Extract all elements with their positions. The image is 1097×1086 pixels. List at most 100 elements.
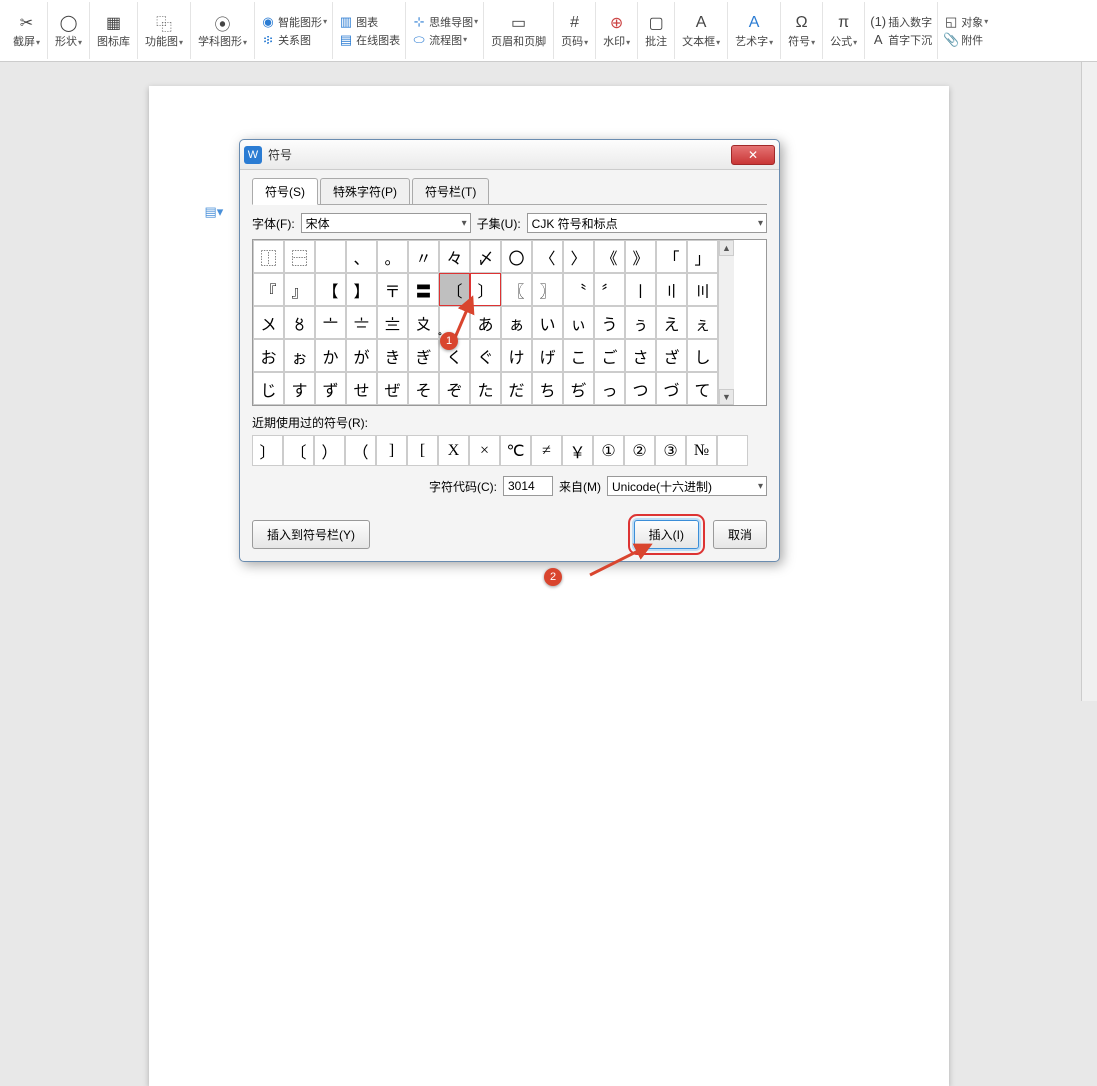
scroll-down[interactable]: ▼ [719, 389, 734, 405]
symbol-cell[interactable]: 『 [253, 273, 284, 306]
recent-symbol-cell[interactable] [717, 435, 748, 466]
symbol-cell[interactable]: 』 [284, 273, 315, 306]
symbol-cell[interactable]: ぃ [563, 306, 594, 339]
insnum-button[interactable]: (1)插入数字 [868, 13, 934, 31]
symbol-cell[interactable]: ぉ [284, 339, 315, 372]
dialog-titlebar[interactable]: W 符号 ✕ [240, 140, 779, 170]
symbol-cell[interactable]: ぞ [439, 372, 470, 405]
recent-symbol-cell[interactable]: ￥ [562, 435, 593, 466]
symbol-cell[interactable]: 々 [439, 240, 470, 273]
symbol-cell[interactable]: そ [408, 372, 439, 405]
symbol-cell[interactable]: ⿱ [284, 240, 315, 273]
symbol-cell[interactable]: ざ [656, 339, 687, 372]
recent-symbol-cell[interactable]: ③ [655, 435, 686, 466]
symbol-cell[interactable] [315, 240, 346, 273]
iconlib-button[interactable]: ▦图标库 [93, 12, 134, 50]
symbol-cell[interactable]: 〆 [470, 240, 501, 273]
symbol-cell[interactable]: 〈 [532, 240, 563, 273]
recent-symbol-cell[interactable]: （ [345, 435, 376, 466]
recent-symbol-cell[interactable]: ℃ [500, 435, 531, 466]
symbol-cell[interactable]: 〉 [563, 240, 594, 273]
wordart-button[interactable]: A艺术字▾ [731, 12, 777, 50]
symbol-cell[interactable]: せ [346, 372, 377, 405]
symbol-cell[interactable]: だ [501, 372, 532, 405]
recent-symbol-cell[interactable]: № [686, 435, 717, 466]
grid-scrollbar[interactable]: ▲ ▼ [718, 240, 734, 405]
symbol-cell[interactable]: ぁ [501, 306, 532, 339]
symbol-cell[interactable]: 〇 [501, 240, 532, 273]
shape-button[interactable]: ◯形状▾ [51, 12, 86, 50]
recent-symbol-cell[interactable]: 〕 [252, 435, 283, 466]
symbol-cell[interactable]: 〖 [501, 273, 532, 306]
recent-symbol-cell[interactable]: ① [593, 435, 624, 466]
symbol-cell[interactable]: じ [253, 372, 284, 405]
relation-button[interactable]: ፨关系图 [258, 31, 329, 49]
recent-symbol-cell[interactable]: [ [407, 435, 438, 466]
symbol-cell[interactable]: こ [563, 339, 594, 372]
textbox-button[interactable]: A文本框▾ [678, 12, 724, 50]
screenshot-button[interactable]: ✂截屏▾ [9, 12, 44, 50]
scroll-up[interactable]: ▲ [719, 240, 734, 256]
subjimg-button[interactable]: ⦿学科图形▾ [194, 12, 251, 50]
symbol-cell[interactable]: お [253, 339, 284, 372]
recent-symbol-cell[interactable]: ≠ [531, 435, 562, 466]
symbol-cell[interactable]: 〣 [687, 273, 718, 306]
symbol-cell[interactable]: 〦 [315, 306, 346, 339]
symbol-cell[interactable]: 】 [346, 273, 377, 306]
symbol-cell[interactable]: 《 [594, 240, 625, 273]
cancel-button[interactable]: 取消 [713, 520, 767, 549]
symbol-cell[interactable]: し [687, 339, 718, 372]
symbol-cell[interactable]: 〃 [408, 240, 439, 273]
equation-button[interactable]: π公式▾ [826, 12, 861, 50]
symbol-cell[interactable]: 〡 [625, 273, 656, 306]
pagenum-button[interactable]: #页码▾ [557, 12, 592, 50]
object-button[interactable]: ◱对象▾ [941, 13, 990, 31]
symbol-cell[interactable]: 〧 [346, 306, 377, 339]
symbol-cell[interactable]: 〝 [563, 273, 594, 306]
symbol-cell[interactable]: づ [656, 372, 687, 405]
symbol-cell[interactable]: す [284, 372, 315, 405]
symbol-cell[interactable]: 〒 [377, 273, 408, 306]
symbol-cell[interactable]: 「 [656, 240, 687, 273]
symbol-cell[interactable]: け [501, 339, 532, 372]
headerfooter-button[interactable]: ▭页眉和页脚 [487, 12, 550, 50]
symbol-cell[interactable]: 【 [315, 273, 346, 306]
symbol-cell[interactable]: え [656, 306, 687, 339]
watermark-button[interactable]: ⊕水印▾ [599, 12, 634, 50]
charcode-input[interactable] [503, 476, 553, 496]
symbol-cell[interactable]: が [346, 339, 377, 372]
symbol-cell[interactable]: っ [594, 372, 625, 405]
attach-button[interactable]: 📎附件 [941, 31, 990, 49]
symbol-cell[interactable]: 、 [346, 240, 377, 273]
symbol-cell[interactable]: ち [532, 372, 563, 405]
symbol-cell[interactable]: ぜ [377, 372, 408, 405]
recent-symbol-cell[interactable]: X [438, 435, 469, 466]
symbol-cell[interactable]: 》 [625, 240, 656, 273]
symbol-cell[interactable]: つ [625, 372, 656, 405]
symbol-cell[interactable]: た [470, 372, 501, 405]
recent-symbol-cell[interactable]: ） [314, 435, 345, 466]
symbol-cell[interactable]: ご [594, 339, 625, 372]
font-combo[interactable]: 宋体 [301, 213, 471, 233]
recent-symbol-cell[interactable]: ② [624, 435, 655, 466]
smartart-button[interactable]: ◉智能图形▾ [258, 13, 329, 31]
symbol-cell[interactable]: 。 [377, 240, 408, 273]
vertical-scrollbar[interactable] [1081, 62, 1097, 701]
symbol-cell[interactable]: 〞 [594, 273, 625, 306]
symbol-cell[interactable]: げ [532, 339, 563, 372]
subset-combo[interactable]: CJK 符号和标点 [527, 213, 767, 233]
symbol-cell[interactable]: 〥 [284, 306, 315, 339]
symbol-cell[interactable]: ぇ [687, 306, 718, 339]
symbol-cell[interactable]: 〨 [377, 306, 408, 339]
symbol-cell[interactable]: さ [625, 339, 656, 372]
symbol-cell[interactable]: 〤 [253, 306, 284, 339]
symbol-cell[interactable]: う [594, 306, 625, 339]
symbol-cell[interactable]: 〢 [656, 273, 687, 306]
symbol-button[interactable]: Ω符号▾ [784, 12, 819, 50]
symbol-cell[interactable]: き [377, 339, 408, 372]
tab-bar[interactable]: 符号栏(T) [412, 178, 489, 205]
insert-to-bar-button[interactable]: 插入到符号栏(Y) [252, 520, 370, 549]
mindmap-button[interactable]: ⊹思维导图▾ [409, 13, 480, 31]
symbol-cell[interactable]: か [315, 339, 346, 372]
symbol-cell[interactable]: て [687, 372, 718, 405]
